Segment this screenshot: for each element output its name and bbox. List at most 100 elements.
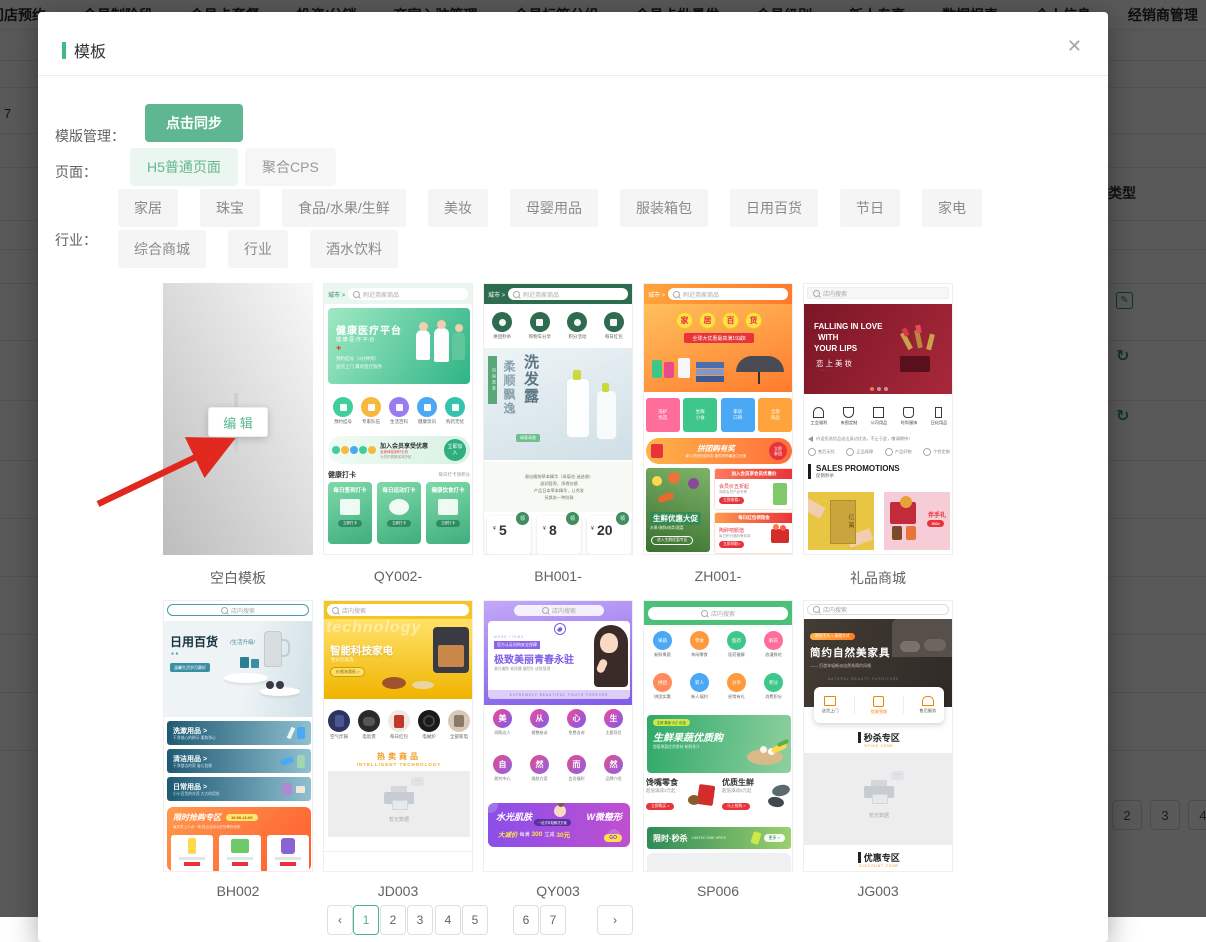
induction-icon[interactable]	[418, 710, 440, 732]
flash-product-card[interactable]	[171, 835, 213, 871]
appointment-icon[interactable]	[333, 397, 353, 417]
red-packet-card[interactable]: 每日红包领现金 陶醉吧颜值 每日积分福利等你拿 立即领取>	[714, 512, 793, 554]
groupbuy-banner[interactable]: 拼团购有奖 新人拼团优惠折扣 团购拼购最迷之优惠 立即参团	[646, 438, 792, 464]
template-card-bh001[interactable]: 城市 > 附近商家商品 拼团秒杀 购物车分享 积分活动 每日红包 风尚洗发 柔顺…	[483, 283, 633, 555]
coupon-card[interactable]: ¥ 8 领	[537, 516, 581, 554]
join-group-button[interactable]: 立即参团	[769, 442, 787, 460]
pager-page-7[interactable]: 7	[540, 905, 566, 935]
fresh-button[interactable]: 进入生鲜优惠专区	[651, 536, 693, 545]
category-row-daily[interactable]: 日常用品 > 小小百货的东西 大大的用处	[167, 777, 311, 801]
beauty-icon[interactable]: 而	[567, 755, 586, 774]
handbag-icon[interactable]	[903, 407, 914, 418]
category-row-wash[interactable]: 洗漱用品 > 干净放心的刷牙 柔和净心	[167, 721, 311, 745]
flash-product-card[interactable]	[219, 835, 261, 871]
pager-page-2[interactable]: 2	[380, 905, 406, 935]
vip-banner[interactable]: 加入会员享受优惠 全身体检到时七折 为您的健康保驾护航 立即加入	[328, 436, 470, 464]
fresh-banner[interactable]: 生鲜·果蔬·大汇·优选 生鲜果蔬优质购 超值果蔬优质食材·新鲜多汁	[647, 715, 791, 773]
tag-jewelry[interactable]: 珠宝	[200, 189, 260, 227]
red-packet-icon[interactable]	[388, 710, 410, 732]
sync-button[interactable]: 点击同步	[145, 104, 243, 142]
template-card-sp006[interactable]: 店内搜索 果蔬新鲜果蔬 零食休闲零食 医药医药健康 鲜花浪漫鲜花 拼团拼团实惠 …	[643, 600, 793, 872]
gift-image-gold[interactable]: 亿萬	[808, 492, 874, 550]
carousel-dots[interactable]	[804, 387, 953, 391]
template-card-qy003[interactable]: 店内搜索 MORE ITEMS 官方认证机构安全保障 极致美丽青春永驻 激光嫩肤…	[483, 600, 633, 872]
template-card-qy002[interactable]: 城市 > 附近商家商品 健康医疗平台 健·康·医·疗·平·台 ✚ 预约挂号（3分…	[323, 283, 473, 555]
tag-mall[interactable]: 综合商城	[118, 230, 206, 268]
beauty-icon[interactable]: 然	[604, 755, 623, 774]
tag-drinks[interactable]: 酒水饮料	[310, 230, 398, 268]
red-packet-icon[interactable]	[604, 312, 624, 332]
template-card-gift[interactable]: 店内搜索 FALLING IN LOVE WITH YOUR LIPS 恋上美妆…	[803, 283, 953, 555]
pager-page-6[interactable]: 6	[513, 905, 539, 935]
encyclopedia-icon[interactable]	[389, 397, 409, 417]
promo-banner[interactable]: 水光肌肤 W微整形 一站式年轻解决方案 大减价 每满 300 立减 30元 GO	[488, 803, 630, 847]
punch-card[interactable]: 每日签到打卡 立即打卡	[328, 482, 372, 544]
buy-button[interactable]: 马上抢购 >	[722, 803, 750, 810]
banner-pill[interactable]: 价格淘我低 >	[330, 667, 365, 677]
tile-fresh[interactable]: 生鲜小食	[683, 398, 717, 432]
tag-maternal[interactable]: 母婴用品	[510, 189, 598, 227]
tag-food[interactable]: 食品/水果/生鲜	[282, 189, 406, 227]
vip-button[interactable]: 立即查看>	[719, 497, 744, 504]
punch-card[interactable]: 健康饮食打卡 立即打卡	[426, 482, 470, 544]
ricecooker-icon[interactable]	[358, 710, 380, 732]
groupbuy-icon[interactable]	[492, 312, 512, 332]
buy-button[interactable]: 立即购买 >	[646, 803, 674, 810]
snack-promo[interactable]: 馋嘴零食 超值满减3元起 立即购买 >	[646, 777, 718, 812]
pager-page-5[interactable]: 5	[462, 905, 488, 935]
fresh-promo[interactable]: 优质生鲜 超值满减5元起 马上抢购 >	[722, 777, 792, 812]
gift-image-pink[interactable]: 伴手礼 GO>	[884, 492, 950, 550]
go-button[interactable]: GO>	[927, 520, 944, 527]
beauty-icon[interactable]: 美	[493, 709, 512, 728]
tile-home[interactable]: 家居口碑	[721, 398, 755, 432]
seckill-banner[interactable]: 限时·秒杀 LIMITED TIME SPIKE 更多 >	[647, 827, 791, 849]
airfryer-icon[interactable]	[328, 710, 350, 732]
experts-icon[interactable]	[361, 397, 381, 417]
coupon-card[interactable]: ¥ 20 领	[587, 516, 631, 554]
bowl-icon[interactable]	[843, 407, 854, 418]
join-now-button[interactable]: 立即加入	[444, 439, 466, 461]
template-card-bh002[interactable]: 店内搜索 日用百货 /生活升级/ ● ● 温馨生活岁月静好 洗漱用品 > 干净放…	[163, 600, 313, 872]
template-card-zh001[interactable]: 城市 > 附近商家商品 家 居 百 货 全球大优惠最高满19减8	[643, 283, 793, 555]
punch-card[interactable]: 每日运动打卡 立即打卡	[377, 482, 421, 544]
template-card-blank[interactable]: 编 辑	[163, 283, 313, 555]
beauty-icon[interactable]: 然	[530, 755, 549, 774]
bottle-icon[interactable]	[935, 407, 942, 418]
fresh-promo-card[interactable]: 生鲜优惠大促 水果/海鲜/肉类/蔬菜 进入生鲜优惠专区	[646, 468, 710, 552]
tab-h5-normal-page[interactable]: H5普通页面	[130, 148, 238, 186]
service-inspection[interactable]: 验收签收	[871, 696, 888, 715]
all-appliances-icon[interactable]	[448, 710, 470, 732]
beauty-icon[interactable]: 心	[567, 709, 586, 728]
cloche-icon[interactable]	[813, 407, 824, 418]
tag-festival[interactable]: 节日	[840, 189, 900, 227]
tag-daily[interactable]: 日用百货	[730, 189, 818, 227]
punch-more[interactable]: 每日打卡领积分	[439, 472, 471, 478]
tile-care[interactable]: 洗护优选	[646, 398, 680, 432]
groupbuy-icon[interactable]: 拼团	[653, 673, 672, 692]
tab-aggregate-cps[interactable]: 聚合CPS	[245, 148, 336, 186]
coupon-card[interactable]: ¥ 5 领	[487, 516, 531, 554]
newuser-icon[interactable]: 新人	[690, 673, 709, 692]
camera-icon[interactable]	[873, 407, 884, 418]
flowers-icon[interactable]: 鲜花	[764, 631, 783, 650]
snacks-icon[interactable]: 零食	[690, 631, 709, 650]
flash-product-card[interactable]	[267, 835, 309, 871]
go-button[interactable]: GO	[604, 834, 622, 842]
beauty-icon[interactable]: 自	[493, 755, 512, 774]
tag-appliance[interactable]: 家电	[922, 189, 982, 227]
category-row-clean[interactable]: 清洁用品 > 干净整洁的家 省心包袱	[167, 749, 311, 773]
close-icon[interactable]: ✕	[1067, 36, 1082, 57]
tile-all[interactable]: 全部商品	[758, 398, 792, 432]
pager-prev[interactable]: ‹	[327, 905, 353, 935]
pager-page-1[interactable]: 1	[353, 905, 379, 935]
template-card-jg003[interactable]: 店内搜索 视觉不凡 × 高雅方式 简约自然美家具 —— 打造年轻新派自然系简约风…	[803, 600, 953, 872]
tag-industry[interactable]: 行业	[228, 230, 288, 268]
pharmacy-icon[interactable]	[445, 397, 465, 417]
flash-sale-panel[interactable]: 限时抢购专区 10:00-11:00 每天早上十点一场 热点活动大好货等你来抢	[167, 807, 311, 871]
share-icon[interactable]: 分享	[727, 673, 746, 692]
tag-beauty[interactable]: 美妆	[428, 189, 488, 227]
tag-clothing[interactable]: 服装箱包	[620, 189, 708, 227]
points-icon[interactable]	[567, 312, 587, 332]
template-card-jd003[interactable]: 店内搜索 technology 智能科技家电 性价比优选 价格淘我低 > 空气炸…	[323, 600, 473, 872]
beauty-icon[interactable]: 生	[604, 709, 623, 728]
